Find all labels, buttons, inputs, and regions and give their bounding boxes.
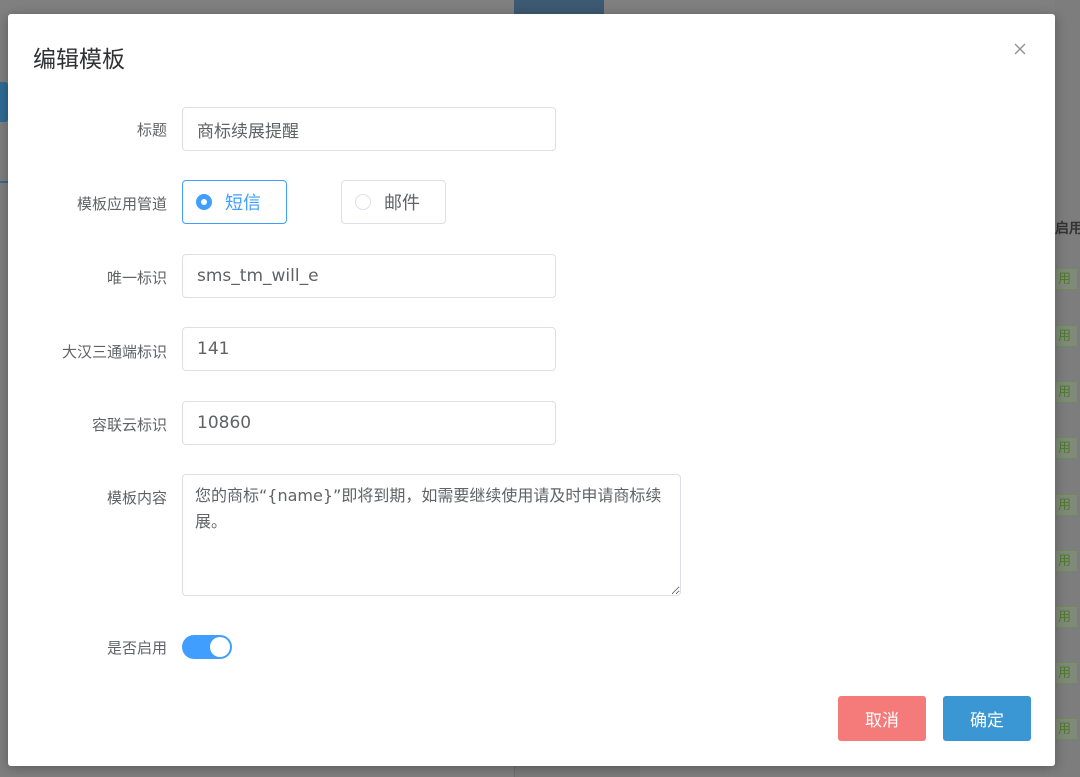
cancel-button[interactable]: 取消 bbox=[838, 696, 926, 741]
title-label: 标题 bbox=[136, 121, 167, 139]
background-status-cell: 用 bbox=[1055, 325, 1077, 347]
edit-template-dialog: 编辑模板 标题 模板应用管道 短信 邮件 唯一标识 大汉三通端标识 容联云标识 … bbox=[8, 14, 1055, 766]
channel-radio-email-label: 邮件 bbox=[384, 193, 420, 214]
background-status-cell: 用 bbox=[1055, 268, 1077, 290]
close-icon bbox=[1014, 43, 1026, 55]
dahan-id-input[interactable] bbox=[182, 327, 556, 371]
background-column-header: 启用 bbox=[1055, 221, 1080, 237]
confirm-button[interactable]: 确定 bbox=[943, 696, 1031, 741]
title-input[interactable] bbox=[182, 107, 556, 151]
ronglian-id-label: 容联云标识 bbox=[91, 416, 167, 434]
switch-knob bbox=[210, 637, 230, 657]
content-textarea[interactable] bbox=[182, 474, 681, 596]
channel-radio-sms-label: 短信 bbox=[225, 193, 261, 214]
unique-id-label: 唯一标识 bbox=[106, 269, 167, 287]
background-status-cell: 用 bbox=[1055, 606, 1077, 628]
background-status-cell: 用 bbox=[1055, 550, 1077, 572]
background-status-cell: 用 bbox=[1055, 437, 1077, 459]
channel-label: 模板应用管道 bbox=[76, 195, 167, 213]
background-status-cell: 用 bbox=[1055, 494, 1077, 516]
unique-id-input[interactable] bbox=[182, 254, 556, 298]
background-bottom-strip bbox=[514, 766, 640, 777]
dialog-title: 编辑模板 bbox=[33, 47, 125, 73]
content-label: 模板内容 bbox=[106, 489, 167, 507]
background-status-cell: 用 bbox=[1055, 381, 1077, 403]
ronglian-id-input[interactable] bbox=[182, 401, 556, 445]
background-topbar-active-tab bbox=[514, 0, 604, 14]
background-left-button bbox=[0, 82, 8, 122]
background-tab-underline bbox=[0, 181, 8, 183]
close-button[interactable] bbox=[1009, 38, 1031, 60]
enabled-switch[interactable] bbox=[182, 635, 232, 659]
enabled-label: 是否启用 bbox=[106, 639, 167, 657]
radio-unchecked-icon bbox=[355, 194, 371, 210]
radio-checked-icon bbox=[196, 194, 212, 210]
background-status-cell: 用 bbox=[1055, 718, 1077, 740]
channel-radio-sms[interactable]: 短信 bbox=[182, 180, 287, 224]
channel-radio-email[interactable]: 邮件 bbox=[341, 180, 446, 224]
dahan-id-label: 大汉三通端标识 bbox=[61, 343, 167, 361]
background-status-cell: 用 bbox=[1055, 662, 1077, 684]
